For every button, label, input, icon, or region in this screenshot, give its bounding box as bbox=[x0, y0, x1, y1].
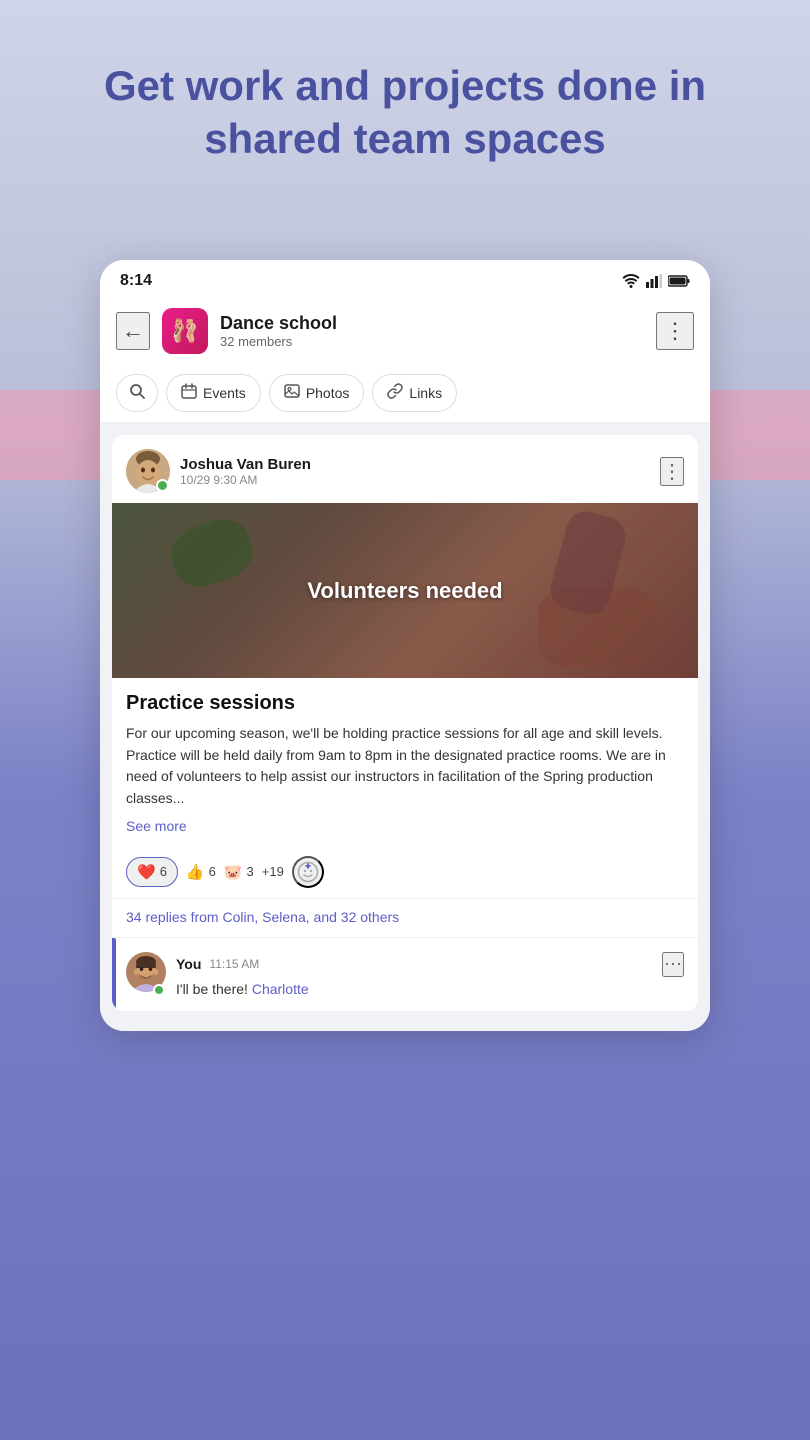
post-card: Joshua Van Buren 10/29 9:30 AM ⋮ Volunte… bbox=[112, 435, 698, 1011]
post-avatar-wrap bbox=[126, 449, 170, 493]
reply-mention: Charlotte bbox=[252, 981, 309, 997]
events-label: Events bbox=[203, 385, 246, 401]
reply-content: You 11:15 AM ⋯ I'll be there! Charlotte bbox=[176, 952, 684, 997]
links-label: Links bbox=[409, 385, 442, 401]
post-meta: Joshua Van Buren 10/29 9:30 AM bbox=[180, 456, 650, 487]
reaction-thumbs-up: 👍 6 bbox=[186, 863, 216, 881]
reply-author: You bbox=[176, 956, 201, 972]
reaction-heart-button[interactable]: ❤️ 6 bbox=[126, 857, 178, 887]
events-button[interactable]: Events bbox=[166, 374, 261, 412]
phone-card: 8:14 ← 🩰 Danc bbox=[100, 260, 710, 1031]
toolbar: Events Photos Links bbox=[100, 366, 710, 423]
reply-more-button[interactable]: ⋯ bbox=[662, 952, 684, 977]
search-button[interactable] bbox=[116, 374, 158, 412]
wifi-icon bbox=[622, 274, 640, 288]
post-more-button[interactable]: ⋮ bbox=[660, 457, 684, 486]
add-reaction-button[interactable] bbox=[292, 856, 324, 888]
post-timestamp: 10/29 9:30 AM bbox=[180, 473, 650, 487]
post-image: Volunteers needed bbox=[112, 503, 698, 678]
app-header: ← 🩰 Dance school 32 members ⋮ bbox=[100, 298, 710, 366]
reaction-more: +19 bbox=[262, 864, 284, 879]
links-icon bbox=[387, 383, 403, 403]
links-button[interactable]: Links bbox=[372, 374, 457, 412]
battery-icon bbox=[668, 275, 690, 287]
back-button[interactable]: ← bbox=[116, 312, 150, 350]
reply-accent-bar bbox=[112, 938, 116, 1011]
reply-header: You 11:15 AM ⋯ bbox=[176, 952, 684, 977]
reactions-row: ❤️ 6 👍 6 🐷 3 +19 bbox=[112, 846, 698, 899]
group-name: Dance school bbox=[220, 313, 644, 334]
reply-avatar-wrap bbox=[126, 952, 166, 997]
status-icons bbox=[622, 274, 690, 288]
post-image-label: Volunteers needed bbox=[307, 578, 502, 604]
heart-count: 6 bbox=[160, 864, 167, 879]
post-author-name: Joshua Van Buren bbox=[180, 456, 650, 473]
photos-icon bbox=[284, 383, 300, 403]
headline-section: Get work and projects done in shared tea… bbox=[0, 60, 810, 165]
post-body: Practice sessions For our upcoming seaso… bbox=[112, 678, 698, 846]
post-author-online-indicator bbox=[156, 479, 169, 492]
post-title: Practice sessions bbox=[126, 692, 684, 715]
reply-text: I'll be there! Charlotte bbox=[176, 981, 684, 997]
group-info: Dance school 32 members bbox=[220, 313, 644, 349]
reply-time: 11:15 AM bbox=[209, 957, 259, 971]
reaction-pig: 🐷 3 bbox=[224, 863, 254, 881]
reply-row: You 11:15 AM ⋯ I'll be there! Charlotte bbox=[112, 937, 698, 1011]
feed: Joshua Van Buren 10/29 9:30 AM ⋮ Volunte… bbox=[100, 423, 710, 1031]
see-more-link[interactable]: See more bbox=[126, 818, 187, 834]
post-body-text: For our upcoming season, we'll be holdin… bbox=[126, 723, 684, 810]
heart-emoji: ❤️ bbox=[137, 863, 156, 881]
reply-online-indicator bbox=[153, 984, 165, 996]
group-members: 32 members bbox=[220, 334, 644, 349]
search-icon bbox=[129, 383, 145, 403]
photos-label: Photos bbox=[306, 385, 350, 401]
post-header: Joshua Van Buren 10/29 9:30 AM ⋮ bbox=[112, 435, 698, 503]
replies-link[interactable]: 34 replies from Colin, Selena, and 32 ot… bbox=[112, 899, 698, 937]
header-more-button[interactable]: ⋮ bbox=[656, 312, 694, 350]
status-time: 8:14 bbox=[120, 272, 152, 290]
signal-icon bbox=[646, 274, 662, 288]
photos-button[interactable]: Photos bbox=[269, 374, 365, 412]
status-bar: 8:14 bbox=[100, 260, 710, 298]
headline-text: Get work and projects done in shared tea… bbox=[60, 60, 750, 165]
events-icon bbox=[181, 383, 197, 403]
group-avatar: 🩰 bbox=[162, 308, 208, 354]
